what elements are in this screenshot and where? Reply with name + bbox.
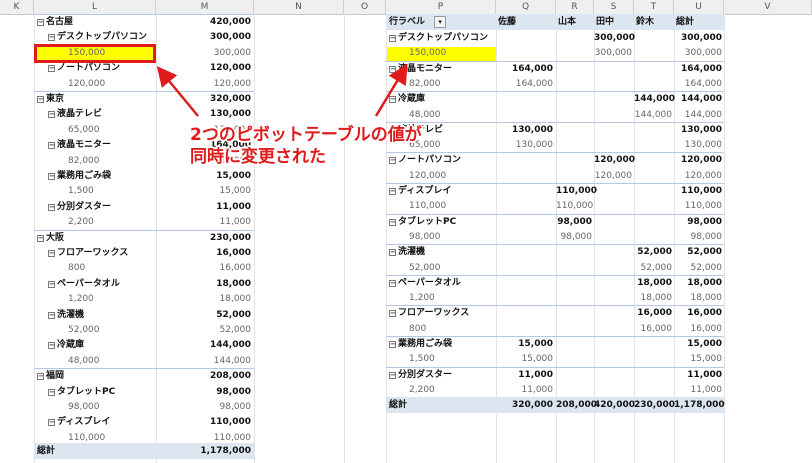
arrow-to-left-cell <box>156 66 199 117</box>
annotation-arrows <box>156 63 408 117</box>
annotation-line-1: 2つのピボットテーブルの値が <box>190 125 422 145</box>
annotation-text: 2つのピボットテーブルの値が 同時に変更された <box>190 124 422 168</box>
annotation-line-2: 同時に変更された <box>190 147 326 167</box>
arrow-to-right-cell <box>374 63 408 117</box>
